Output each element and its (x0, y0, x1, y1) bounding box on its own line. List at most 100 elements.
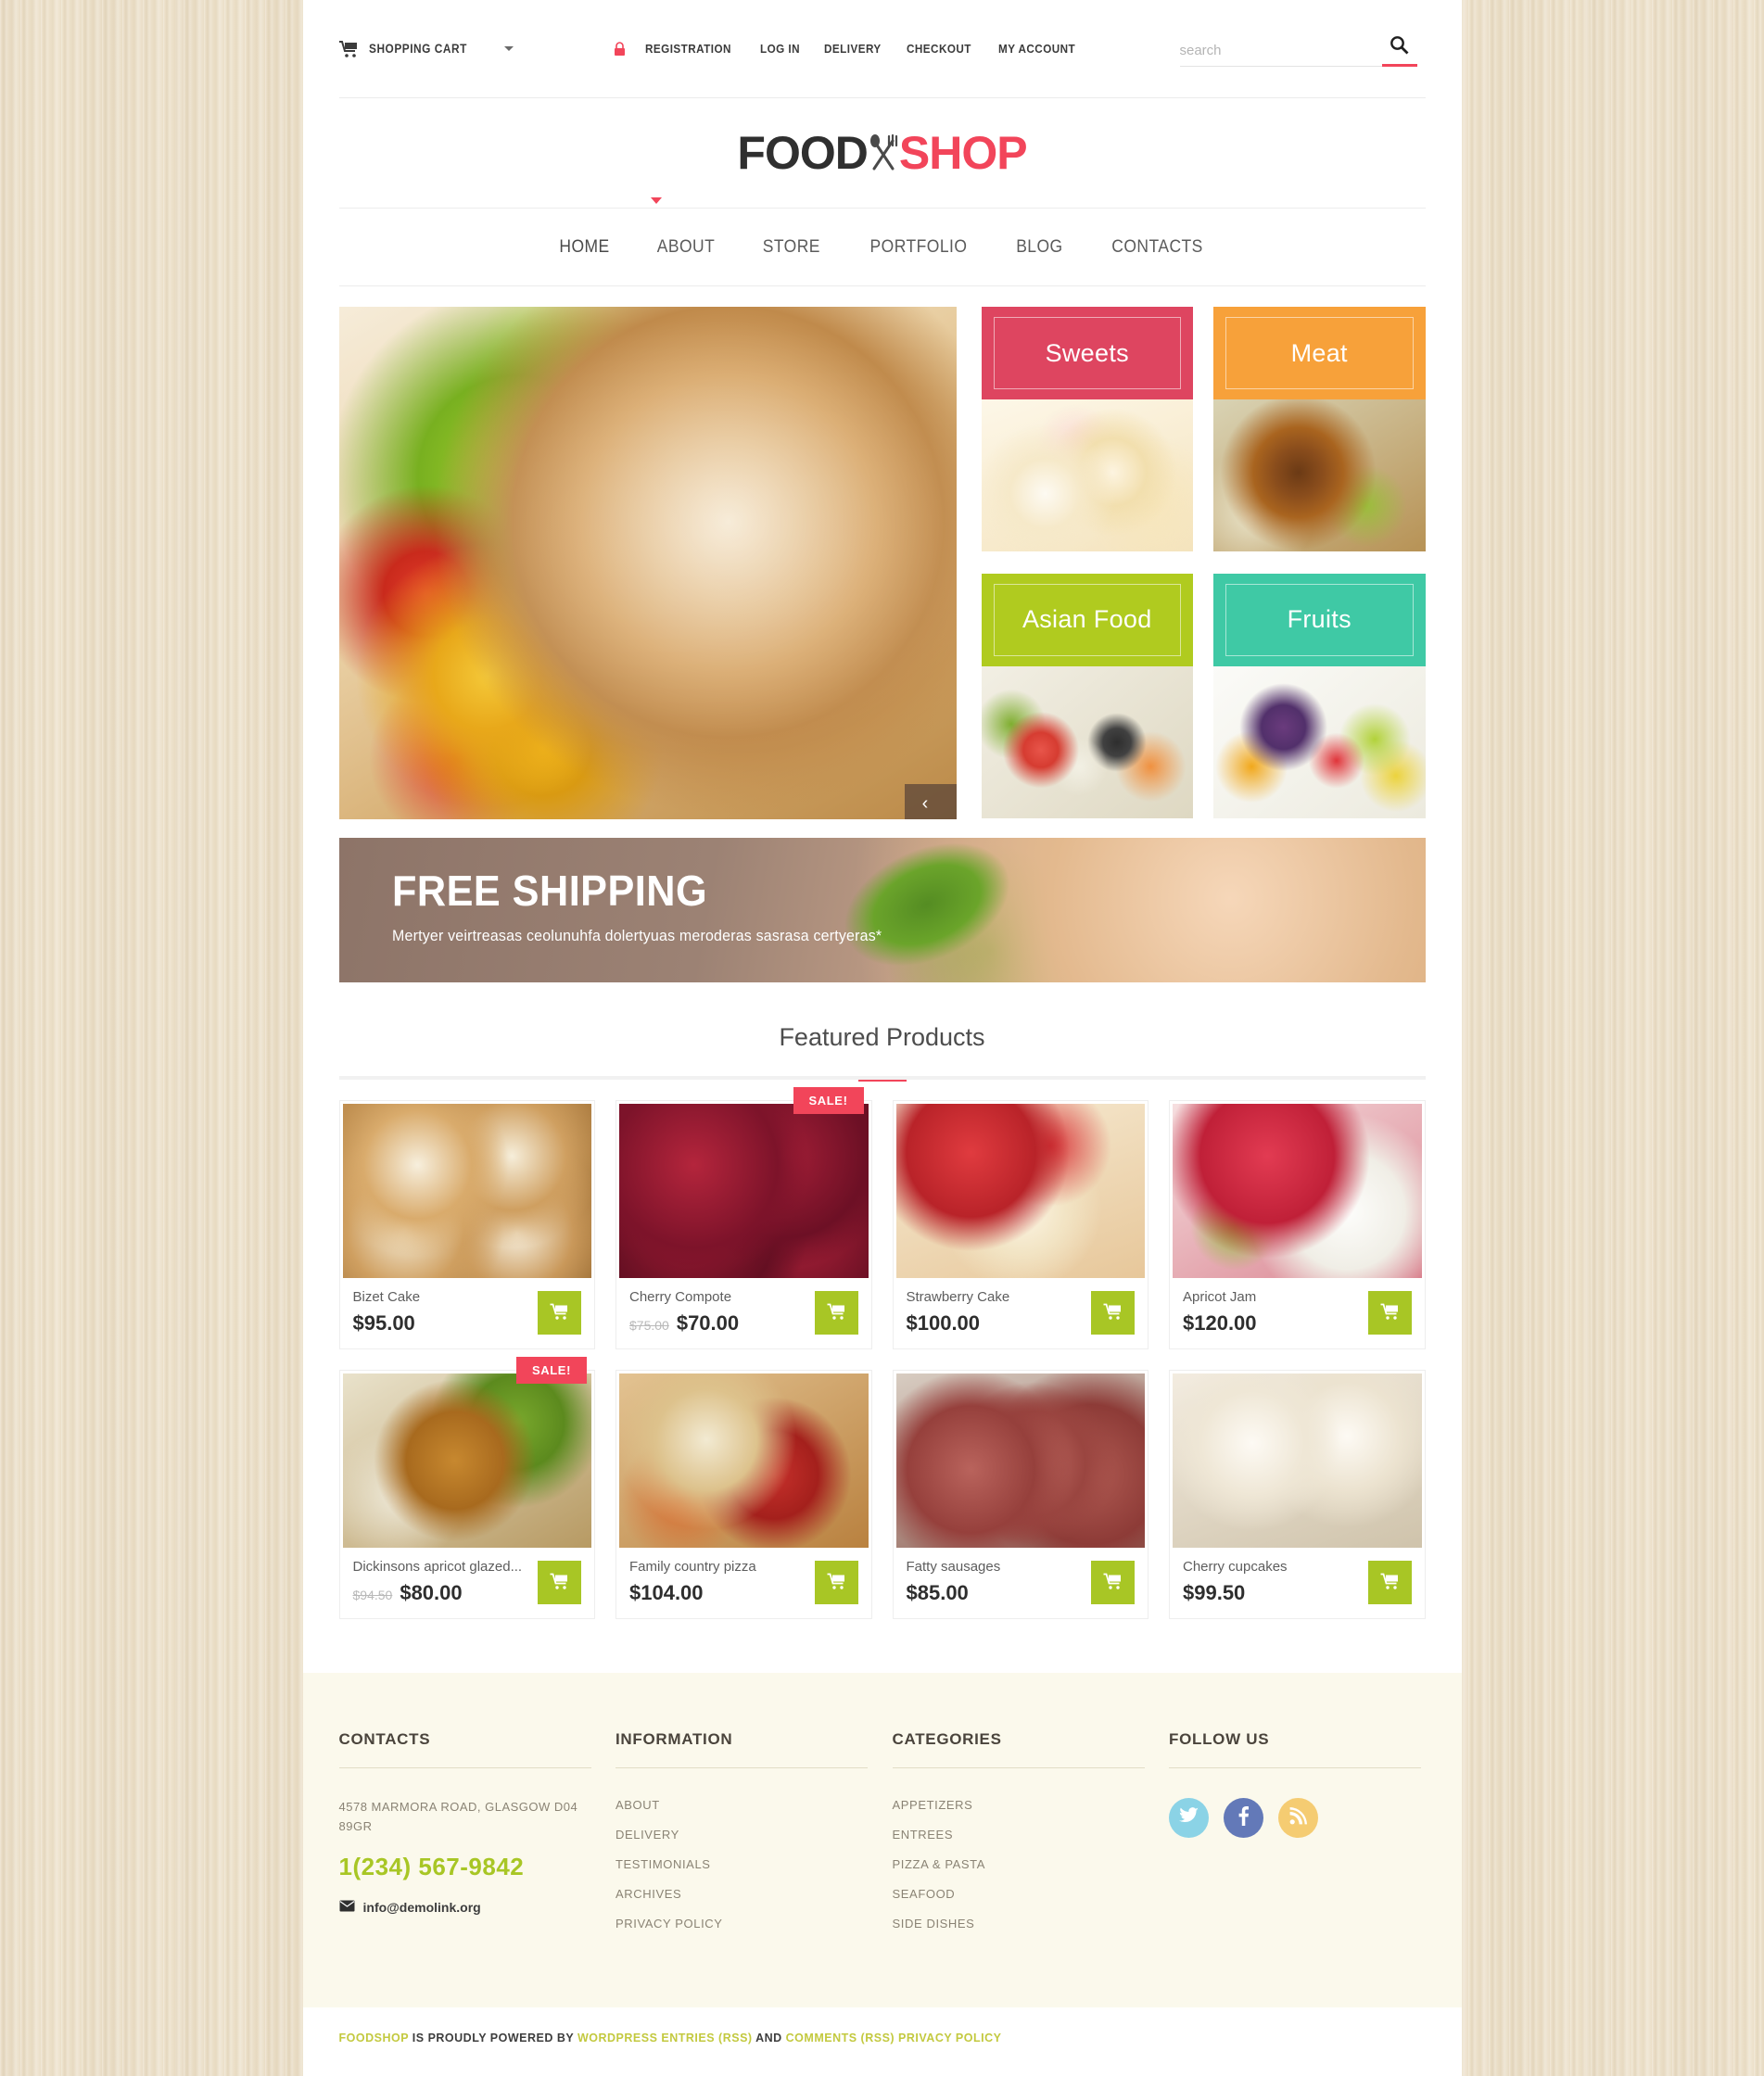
footer-information-links: ABOUT DELIVERY TESTIMONIALS ARCHIVES PRI… (615, 1798, 872, 1930)
add-to-cart-button[interactable] (1091, 1290, 1135, 1335)
search-icon (1390, 35, 1409, 57)
menu-item-about[interactable]: ABOUT (638, 237, 735, 258)
logo-text-food: FOOD (737, 127, 868, 179)
footer-link-delivery[interactable]: DELIVERY (615, 1828, 872, 1842)
product-grid-row-2: SALE! Dickinsons apricot glazed... $94.5… (338, 1357, 1426, 1619)
product-price: $120.00 (1183, 1311, 1257, 1335)
featured-divider (338, 1076, 1426, 1082)
product-info: Dickinsons apricot glazed... $94.50 $80.… (340, 1548, 595, 1618)
social-link-twitter[interactable] (1169, 1798, 1209, 1838)
product-card[interactable]: Cherry cupcakes $99.50 (1169, 1370, 1426, 1619)
product-image (342, 1104, 591, 1278)
product-price-row: $95.00 (353, 1311, 421, 1335)
product-info: Fatty sausages $85.00 (894, 1548, 1149, 1618)
copyright-brand-link[interactable]: FOODSHOP (339, 2032, 409, 2044)
footer-link-privacy-policy[interactable]: PRIVACY POLICY (615, 1917, 872, 1930)
footer-link-entrees[interactable]: ENTREES (893, 1828, 1149, 1842)
footer-email-row[interactable]: info@demolink.org (339, 1900, 596, 1915)
copyright-link-wordpress[interactable]: WORDPRESS ENTRIES (RSS) (577, 2032, 753, 2044)
top-link-delivery[interactable]: DELIVERY (824, 42, 882, 56)
menu-item-home[interactable]: HOME (539, 237, 629, 258)
product-card[interactable]: Fatty sausages $85.00 (892, 1370, 1149, 1619)
footer-heading-follow-us: FOLLOW US (1169, 1730, 1270, 1748)
product-price-row: $100.00 (907, 1311, 1010, 1335)
footer-heading-contacts: CONTACTS (338, 1730, 431, 1748)
menu-item-portfolio[interactable]: PORTFOLIO (850, 237, 986, 258)
product-price-row: $99.50 (1183, 1581, 1288, 1605)
slider-next-button[interactable]: › (946, 784, 957, 819)
add-to-cart-button[interactable] (1367, 1290, 1412, 1335)
footer-column-contacts: CONTACTS 4578 MARMORA ROAD, GLASGOW D04 … (338, 1730, 596, 1946)
hero-section: ‹ › Sweets Meat (338, 286, 1426, 820)
add-to-cart-button[interactable] (814, 1290, 858, 1335)
chevron-down-icon[interactable] (503, 46, 514, 51)
slider-overlay (338, 307, 957, 819)
cart-add-icon (1103, 1303, 1123, 1323)
product-name: Bizet Cake (352, 1289, 421, 1305)
product-price: $70.00 (676, 1311, 740, 1335)
hero-slider[interactable]: ‹ › (338, 307, 957, 819)
footer-phone[interactable]: 1(234) 567-9842 (339, 1853, 596, 1881)
facebook-icon (1238, 1805, 1250, 1830)
add-to-cart-button[interactable] (814, 1560, 858, 1604)
top-link-registration[interactable]: REGISTRATION (645, 42, 731, 56)
slider-controls: ‹ › (904, 784, 957, 819)
footer-rule (892, 1767, 1145, 1768)
add-to-cart-button[interactable] (1367, 1560, 1412, 1604)
main-menu: HOME ABOUT STORE PORTFOLIO BLOG CONTACTS (338, 197, 1426, 286)
add-to-cart-button[interactable] (538, 1560, 581, 1604)
product-card[interactable]: Apricot Jam $120.00 (1169, 1100, 1426, 1349)
shopping-cart-button[interactable]: SHOPPING CART (338, 40, 514, 57)
search-input[interactable] (1179, 34, 1382, 67)
product-name: Dickinsons apricot glazed... (352, 1559, 523, 1575)
product-card[interactable]: SALE! Cherry Compote $75.00 $70.00 (615, 1087, 872, 1349)
top-link-my-account[interactable]: MY ACCOUNT (998, 42, 1075, 56)
site-logo[interactable]: FOOD SHOP (737, 126, 1027, 180)
footer-link-appetizers[interactable]: APPETIZERS (893, 1798, 1149, 1812)
product-name: Cherry cupcakes (1183, 1559, 1288, 1575)
footer-link-archives[interactable]: ARCHIVES (615, 1887, 872, 1901)
category-label-fruits: Fruits (1287, 605, 1352, 633)
menu-item-store[interactable]: STORE (743, 237, 841, 258)
content-inner: SHOPPING CART REGISTRATION LOG IN DELIVE… (338, 0, 1426, 1619)
product-price-row: $120.00 (1183, 1311, 1257, 1335)
category-header: Sweets (981, 307, 1193, 399)
category-tile-sweets[interactable]: Sweets (981, 307, 1193, 553)
footer-link-about[interactable]: ABOUT (615, 1798, 872, 1812)
category-tile-fruits[interactable]: Fruits (1213, 573, 1426, 820)
category-tile-asian-food[interactable]: Asian Food (981, 573, 1193, 820)
product-card[interactable]: Family country pizza $104.00 (615, 1370, 872, 1619)
menu-item-contacts[interactable]: CONTACTS (1092, 237, 1223, 258)
slider-prev-button[interactable]: ‹ (905, 784, 946, 819)
footer-column-categories: CATEGORIES APPETIZERS ENTREES PIZZA & PA… (892, 1730, 1149, 1946)
product-card[interactable]: Strawberry Cake $100.00 (892, 1100, 1149, 1349)
category-tile-meat[interactable]: Meat (1213, 307, 1426, 553)
category-label-meat: Meat (1290, 338, 1348, 367)
footer-link-testimonials[interactable]: TESTIMONIALS (615, 1857, 872, 1871)
top-link-checkout[interactable]: CHECKOUT (907, 42, 971, 56)
copyright-link-comments[interactable]: COMMENTS (RSS) PRIVACY POLICY (786, 2032, 1002, 2044)
product-name: Family country pizza (629, 1559, 756, 1575)
menu-item-blog[interactable]: BLOG (996, 237, 1083, 258)
footer-link-seafood[interactable]: SEAFOOD (893, 1887, 1149, 1901)
product-card[interactable]: Bizet Cake $95.00 (338, 1100, 595, 1349)
add-to-cart-button[interactable] (538, 1290, 581, 1335)
product-info: Cherry Compote $75.00 $70.00 (616, 1278, 871, 1348)
footer-link-side-dishes[interactable]: SIDE DISHES (893, 1917, 1149, 1930)
product-card[interactable]: SALE! Dickinsons apricot glazed... $94.5… (338, 1357, 595, 1619)
add-to-cart-button[interactable] (1091, 1560, 1135, 1604)
top-link-login[interactable]: LOG IN (760, 42, 800, 56)
product-grid-row-1: Bizet Cake $95.00 SALE! Cherry Compote $… (338, 1087, 1426, 1349)
free-shipping-banner[interactable]: FREE SHIPPING Mertyer veirtreasas ceolun… (338, 838, 1426, 982)
product-price: $95.00 (352, 1311, 415, 1335)
product-price-row: $85.00 (907, 1581, 1001, 1605)
product-name: Apricot Jam (1183, 1289, 1257, 1305)
social-link-facebook[interactable] (1224, 1798, 1263, 1838)
footer-columns: CONTACTS 4578 MARMORA ROAD, GLASGOW D04 … (338, 1730, 1426, 1946)
footer-link-pizza-pasta[interactable]: PIZZA & PASTA (893, 1857, 1149, 1871)
free-shipping-title: FREE SHIPPING (391, 867, 707, 915)
social-link-rss[interactable] (1278, 1798, 1318, 1838)
cart-add-icon (1103, 1573, 1123, 1592)
search-button[interactable] (1381, 32, 1417, 67)
footer-address: 4578 MARMORA ROAD, GLASGOW D04 89GR (338, 1800, 578, 1833)
